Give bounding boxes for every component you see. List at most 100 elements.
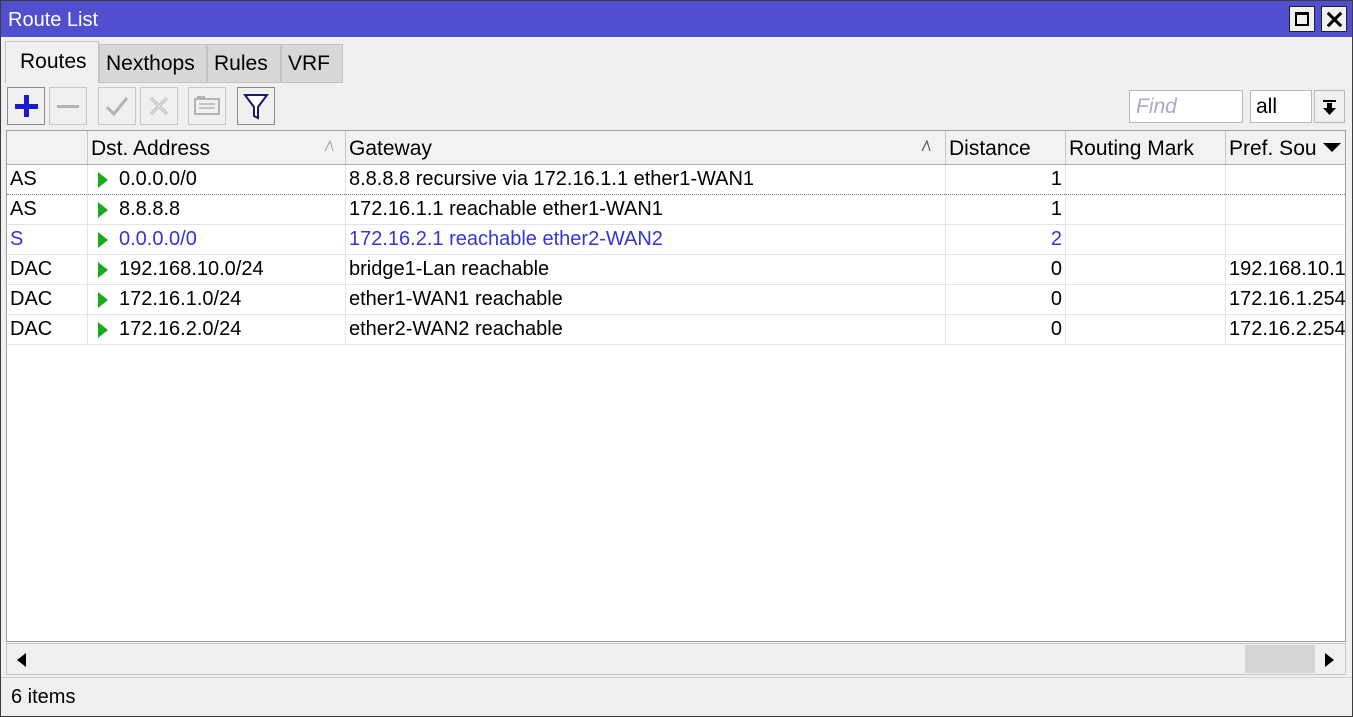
tab-nexthops[interactable]: Nexthops: [99, 44, 207, 83]
dst-address-text: 172.16.1.0/24: [119, 288, 242, 310]
remove-icon: [57, 105, 79, 108]
cell-flags: S: [7, 225, 88, 255]
cell-flags: AS: [7, 195, 88, 225]
cell-flags: DAC: [7, 255, 88, 285]
cell-distance: 2: [946, 225, 1066, 255]
cell-flags: AS: [7, 165, 88, 195]
scroll-left-icon[interactable]: [17, 653, 26, 667]
cell-distance: 1: [946, 195, 1066, 225]
cell-distance: 0: [946, 285, 1066, 315]
scroll-thumb[interactable]: [1245, 645, 1315, 673]
enable-icon: [105, 97, 129, 117]
toolbar: all: [1, 85, 1352, 129]
table-row[interactable]: S 0.0.0.0/0 172.16.2.1 reachable ether2-WA…: [7, 225, 1345, 255]
table-header: Dst. Address Gateway Distance Routing Ma…: [7, 131, 1345, 165]
title-bar[interactable]: Route List: [1, 1, 1352, 37]
columns-menu-button[interactable]: [1319, 131, 1345, 164]
close-button[interactable]: [1321, 6, 1347, 32]
arrow-down-to-bar-icon: [1323, 100, 1336, 115]
cell-routing-mark: [1066, 315, 1226, 345]
cell-distance: 1: [946, 165, 1066, 195]
column-header-flags[interactable]: [7, 131, 88, 164]
cell-dst-address: 8.8.8.8: [88, 195, 346, 225]
window-title: Route List: [8, 9, 99, 31]
cell-pref-source: [1226, 225, 1345, 255]
active-route-icon: [98, 262, 108, 278]
cell-gateway: bridge1-Lan reachable: [346, 255, 946, 285]
cell-routing-mark: [1066, 165, 1226, 195]
item-count: 6 items: [11, 686, 76, 708]
cell-dst-address: 172.16.2.0/24: [88, 315, 346, 345]
cell-gateway: ether1-WAN1 reachable: [346, 285, 946, 315]
filter-dropdown-button[interactable]: [1314, 90, 1345, 123]
cell-routing-mark: [1066, 225, 1226, 255]
status-bar: 6 items: [1, 677, 1352, 716]
cell-gateway: 8.8.8.8 recursive via 172.16.1.1 ether1-…: [346, 165, 946, 195]
cell-pref-source: 172.16.2.254: [1226, 315, 1345, 345]
cell-pref-source: [1226, 165, 1345, 195]
cell-dst-address: 0.0.0.0/0: [88, 165, 346, 195]
cell-routing-mark: [1066, 255, 1226, 285]
tab-vrf[interactable]: VRF: [281, 44, 343, 83]
add-icon: [15, 95, 38, 117]
column-header-distance[interactable]: Distance: [946, 131, 1066, 164]
horizontal-scrollbar[interactable]: [6, 643, 1346, 675]
dst-address-text: 0.0.0.0/0: [119, 168, 197, 190]
add-button[interactable]: [7, 87, 45, 125]
find-input[interactable]: [1129, 90, 1243, 123]
dst-address-text: 8.8.8.8: [119, 198, 181, 220]
disable-icon: [149, 96, 169, 116]
cell-dst-address: 192.168.10.0/24: [88, 255, 346, 285]
cell-gateway: 172.16.2.1 reachable ether2-WAN2: [346, 225, 946, 255]
comment-icon: [194, 96, 220, 115]
column-header-pref-source[interactable]: Pref. Sou: [1226, 131, 1319, 164]
comment-button[interactable]: [188, 87, 226, 125]
cell-pref-source: 172.16.1.254: [1226, 285, 1345, 315]
dst-address-text: 0.0.0.0/0: [119, 228, 197, 250]
table-row[interactable]: AS 0.0.0.0/0 8.8.8.8 recursive via 172.16.…: [7, 165, 1345, 195]
filter-icon: [243, 94, 269, 120]
active-route-icon: [98, 322, 108, 338]
column-header-gateway[interactable]: Gateway: [346, 131, 946, 164]
cell-flags: DAC: [7, 315, 88, 345]
enable-button[interactable]: [98, 87, 136, 125]
column-header-gateway-label: Gateway: [349, 137, 432, 160]
cell-pref-source: 192.168.10.1: [1226, 255, 1345, 285]
sort-ascending-icon: [324, 140, 334, 152]
dst-address-text: 192.168.10.0/24: [119, 258, 264, 280]
cell-gateway: ether2-WAN2 reachable: [346, 315, 946, 345]
active-route-icon: [98, 202, 108, 218]
route-list-window: Route List Routes Nexthops Rules VRF all: [0, 0, 1353, 717]
table-row[interactable]: DAC 172.16.1.0/24 ether1-WAN1 reachable 0 17…: [7, 285, 1345, 315]
filter-select[interactable]: all: [1250, 90, 1312, 123]
table-row[interactable]: DAC 172.16.2.0/24 ether2-WAN2 reachable 0 17…: [7, 315, 1345, 345]
filter-button[interactable]: [237, 87, 275, 125]
cell-distance: 0: [946, 315, 1066, 345]
cell-flags: DAC: [7, 285, 88, 315]
remove-button[interactable]: [49, 87, 87, 125]
triangle-down-icon: [1323, 143, 1341, 152]
column-header-dst-address-label: Dst. Address: [91, 137, 211, 160]
maximize-button[interactable]: [1289, 6, 1315, 32]
cell-dst-address: 0.0.0.0/0: [88, 225, 346, 255]
tab-rules[interactable]: Rules: [207, 44, 281, 83]
active-route-icon: [98, 172, 108, 188]
scroll-right-icon[interactable]: [1325, 653, 1334, 667]
table-row[interactable]: AS 8.8.8.8 172.16.1.1 reachable ether1-WAN…: [7, 195, 1345, 225]
cell-dst-address: 172.16.1.0/24: [88, 285, 346, 315]
routes-table: Dst. Address Gateway Distance Routing Ma…: [6, 130, 1346, 642]
active-route-icon: [98, 232, 108, 248]
cell-routing-mark: [1066, 285, 1226, 315]
disable-button[interactable]: [140, 87, 178, 125]
table-row[interactable]: DAC 192.168.10.0/24 bridge1-Lan reachable 0…: [7, 255, 1345, 285]
dst-address-text: 172.16.2.0/24: [119, 318, 242, 340]
sort-ascending-icon: [921, 140, 931, 152]
cell-distance: 0: [946, 255, 1066, 285]
column-header-routing-mark[interactable]: Routing Mark: [1066, 131, 1226, 164]
tab-routes[interactable]: Routes: [5, 41, 99, 83]
cell-routing-mark: [1066, 195, 1226, 225]
cell-gateway: 172.16.1.1 reachable ether1-WAN1: [346, 195, 946, 225]
active-route-icon: [98, 292, 108, 308]
column-header-dst-address[interactable]: Dst. Address: [88, 131, 346, 164]
maximize-icon: [1295, 12, 1309, 26]
